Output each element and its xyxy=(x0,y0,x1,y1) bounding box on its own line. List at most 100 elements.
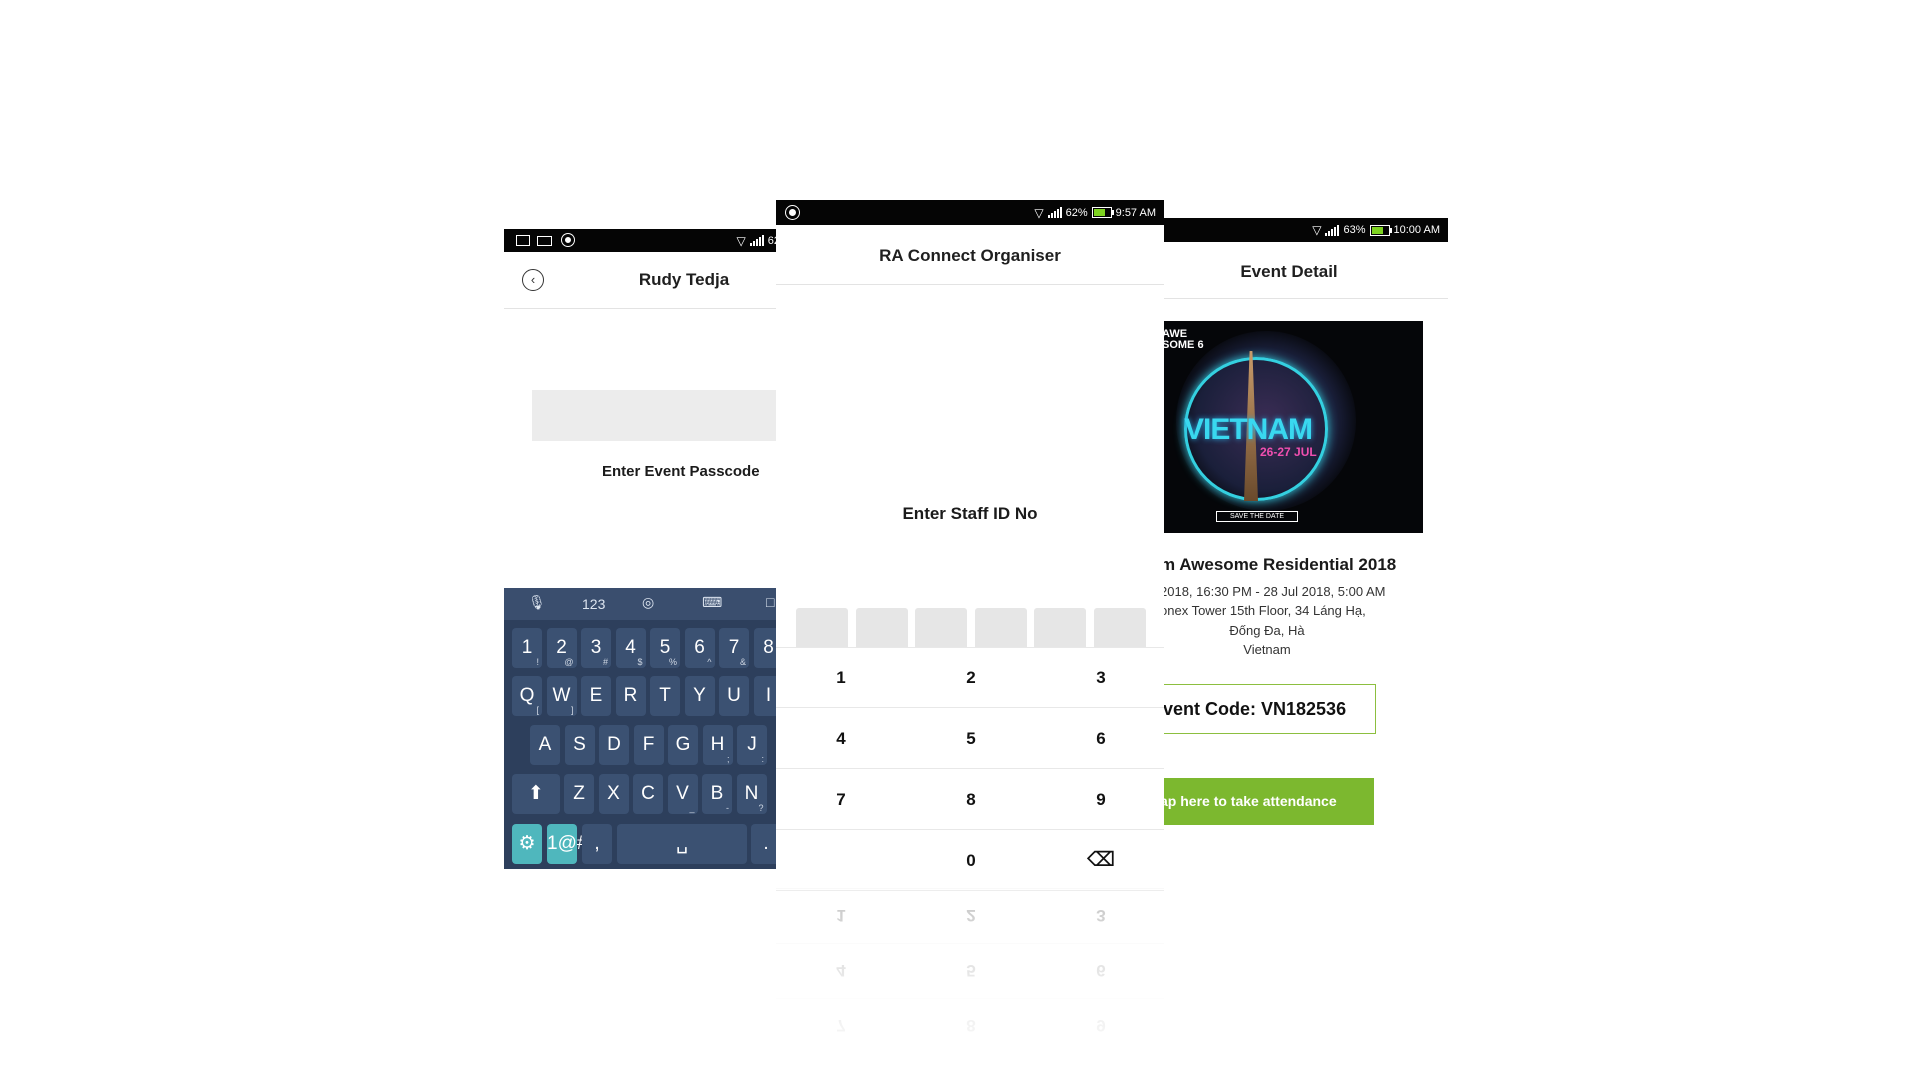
take-attendance-label: ap here to take attendance xyxy=(1160,793,1337,809)
back-button[interactable]: ‹ xyxy=(522,269,544,291)
symbols-key[interactable]: 1@# xyxy=(547,824,587,864)
key-c[interactable]: C xyxy=(633,774,663,814)
key-e[interactable]: E xyxy=(581,676,611,716)
digit-key-4[interactable]: 4 xyxy=(776,709,907,769)
key-7[interactable]: 7 & xyxy=(719,628,749,668)
passcode-input[interactable] xyxy=(532,390,776,441)
digit-label: 7 xyxy=(836,790,846,809)
key-y[interactable]: Y xyxy=(684,676,715,716)
key-6[interactable]: 6 ^ xyxy=(684,628,715,668)
key-j-label: J xyxy=(747,734,757,755)
key-v[interactable]: V _ xyxy=(667,774,698,814)
key-w-label: W xyxy=(552,685,571,706)
space-key[interactable]: ␣ xyxy=(617,824,747,864)
digit-label: 1 xyxy=(836,906,846,925)
key-7-label: 7 xyxy=(728,637,740,658)
settings-key[interactable]: ⚙ xyxy=(512,824,542,864)
key-x[interactable]: X xyxy=(598,774,629,814)
signal-icon xyxy=(1325,224,1340,236)
key-secondary: - xyxy=(726,803,729,813)
digit-key-5[interactable]: 5 xyxy=(906,709,1037,769)
poster-dates: 26-27 JUL xyxy=(1260,445,1317,459)
clipboard-icon[interactable]: □ xyxy=(766,594,774,610)
key-8[interactable]: 8 xyxy=(753,628,776,668)
digit-key-8[interactable]: 8 xyxy=(906,770,1037,830)
digit-label: 3 xyxy=(1096,906,1106,925)
key-r-label: R xyxy=(623,685,638,706)
wifi-icon: ▽ xyxy=(736,233,746,248)
status-bar: ▽ 62 xyxy=(504,229,776,252)
digit-key-3[interactable]: 3 xyxy=(1036,648,1164,708)
key-s[interactable]: S xyxy=(564,725,595,765)
key-q[interactable]: Q[ xyxy=(512,676,542,716)
poster-tag: SAVE THE DATE xyxy=(1216,511,1298,522)
take-attendance-button[interactable]: ap here to take attendance xyxy=(1160,778,1374,825)
key-1-label: 1 xyxy=(521,637,533,658)
microphone-icon[interactable]: 🎙︎ xyxy=(528,594,546,611)
shift-key[interactable]: ⬆ xyxy=(512,774,560,814)
key-t[interactable]: T xyxy=(650,676,680,716)
key-secondary: ] xyxy=(570,705,574,715)
staff-id-label: Enter Staff ID No xyxy=(902,504,1038,523)
key-a[interactable]: A xyxy=(530,725,560,765)
keyboard-icon xyxy=(537,236,552,246)
digit-key-9[interactable]: 9 xyxy=(1036,770,1164,830)
event-address-line3: Vietnam xyxy=(1243,642,1291,657)
battery-percent: 62 xyxy=(767,234,776,247)
key-d[interactable]: D xyxy=(599,725,629,765)
page-title: Rudy Tedja xyxy=(638,270,730,289)
key-f[interactable]: F xyxy=(633,725,664,765)
comma-key[interactable]: , xyxy=(582,824,612,864)
keyboard-hide-icon[interactable]: ⌨︎ xyxy=(702,594,722,611)
key-j[interactable]: J: xyxy=(737,725,767,765)
header-divider xyxy=(504,308,776,309)
key-r[interactable]: R xyxy=(615,676,646,716)
reflected-key: 8 xyxy=(906,998,1037,1052)
key-3[interactable]: 3 # xyxy=(581,628,611,668)
digit-label: 5 xyxy=(966,961,976,980)
key-5[interactable]: 5% xyxy=(650,628,680,668)
key-n[interactable]: N? xyxy=(736,774,767,814)
wifi-icon: ▽ xyxy=(1312,223,1322,237)
reflected-key: 4 xyxy=(776,943,907,997)
key-b[interactable]: B- xyxy=(702,774,732,814)
battery-icon xyxy=(1091,207,1114,218)
digit-key-6[interactable]: 6 xyxy=(1036,709,1164,769)
key-z[interactable]: Z xyxy=(564,774,594,814)
key-2[interactable]: 2 @ xyxy=(546,628,577,668)
header-divider xyxy=(776,284,1164,285)
passcode-label: Enter Event Passcode xyxy=(602,463,760,480)
key-secondary: & xyxy=(739,657,746,667)
key-secondary: ^ xyxy=(707,657,712,667)
event-code: vent Code: VN182536 xyxy=(1163,699,1347,719)
screen-event-detail: ▽ 63% 10:00 AM Event Detail AWE SOME 6 V… xyxy=(1160,218,1448,858)
period-key[interactable]: . xyxy=(751,824,776,864)
key-h[interactable]: H; xyxy=(702,725,733,765)
key-c-label: C xyxy=(641,783,655,804)
palette-icon[interactable]: ◎ xyxy=(642,594,654,611)
digit-key-2[interactable]: 2 xyxy=(906,648,1037,708)
key-i[interactable]: I xyxy=(753,676,776,716)
status-bar: ▽ 62% 9:57 AM xyxy=(776,200,1164,225)
key-4[interactable]: 4 $ xyxy=(615,628,646,668)
reflection-fade xyxy=(776,900,1164,1080)
reflected-key: 9 xyxy=(1036,998,1164,1052)
key-secondary: : xyxy=(761,754,764,764)
digit-key-7[interactable]: 7 xyxy=(776,770,907,830)
signal-icon xyxy=(749,235,764,246)
key-q-label: Q xyxy=(519,685,535,706)
digit-key-1[interactable]: 1 xyxy=(776,648,907,708)
key-g[interactable]: G xyxy=(668,725,698,765)
key-u[interactable]: U xyxy=(719,676,749,716)
numbers-toggle[interactable]: 123 xyxy=(582,596,605,612)
key-w[interactable]: W] xyxy=(546,676,577,716)
key-1[interactable]: 1! xyxy=(512,628,542,668)
backspace-key[interactable]: ⌫ xyxy=(1036,831,1164,891)
digit-label: 0 xyxy=(966,851,976,870)
key-s-label: S xyxy=(573,734,586,755)
space-key-label: ␣ xyxy=(675,833,689,854)
digit-key-0[interactable]: 0 xyxy=(906,831,1037,891)
reflected-key: 1 xyxy=(776,888,907,942)
battery-percent: 63% xyxy=(1343,224,1366,236)
digit-label: 4 xyxy=(836,729,846,748)
